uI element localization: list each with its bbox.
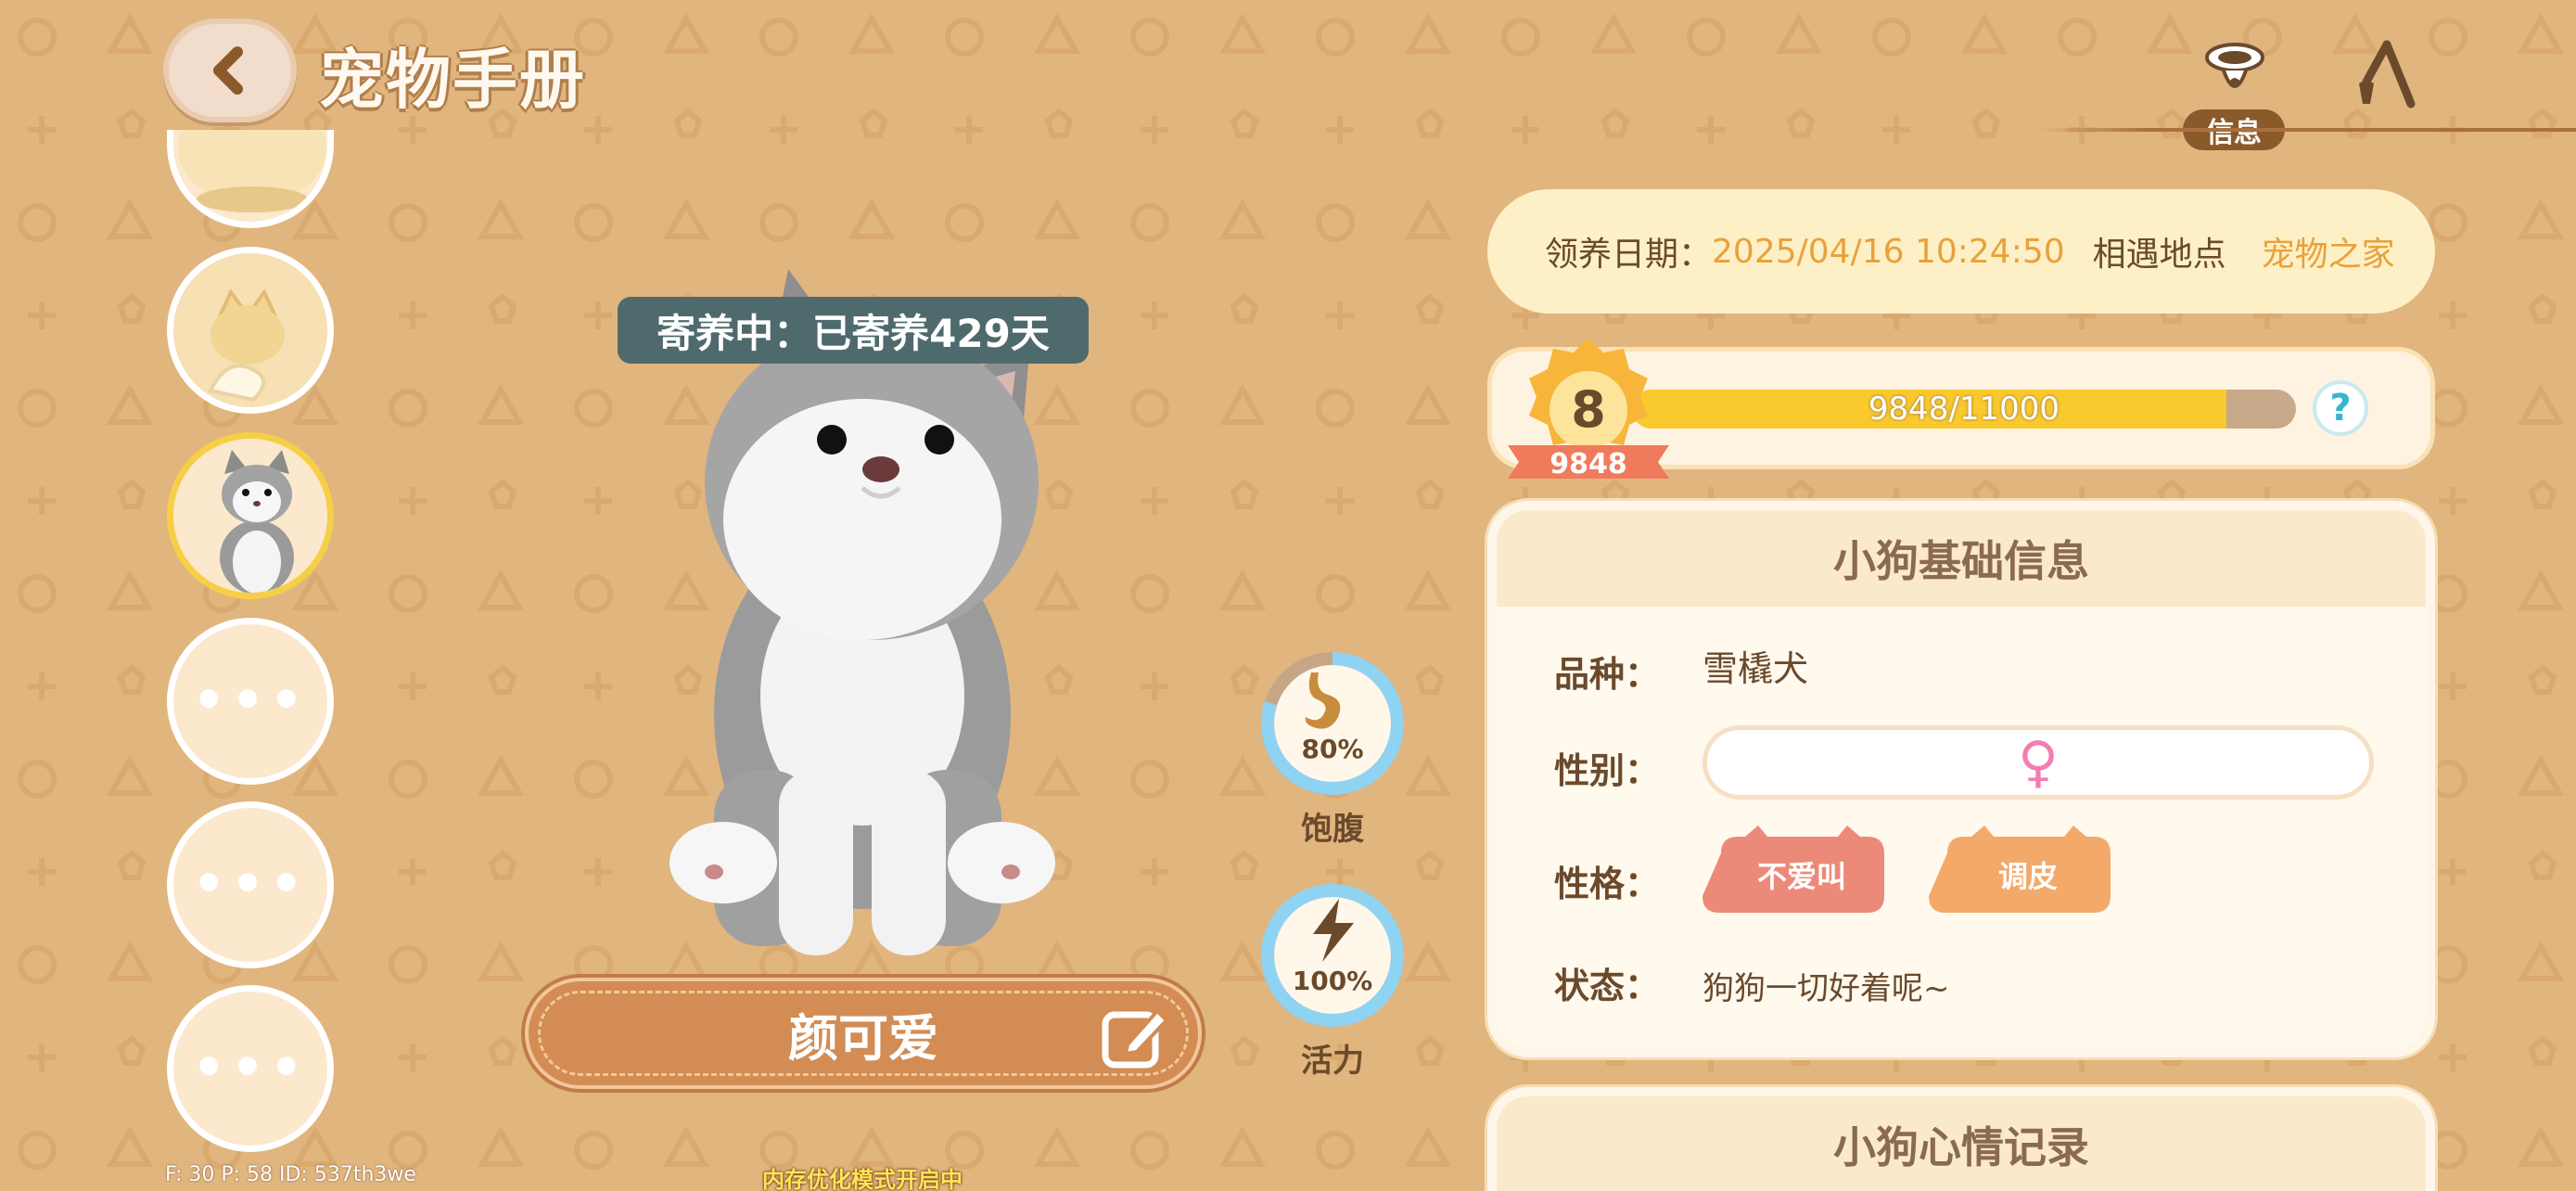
tab-info[interactable] [2188,28,2281,121]
adoption-date-label: 领养日期： [1545,236,1713,274]
female-icon: ♀ [2018,730,2059,795]
adoption-card: 领养日期： 2025/04/16 10:24:50 相遇地点 宠物之家 [1487,189,2435,314]
empty-slot-dots: ••• [192,1038,309,1098]
pet-thumbnail [173,253,327,407]
help-button[interactable]: ? [2313,380,2368,436]
chevron-left-icon [213,46,243,95]
mood-record-card[interactable]: 小狗心情记录 [1487,1087,2435,1191]
level-ribbon-value: 9848 [1549,448,1627,480]
pet-slot-cat[interactable] [167,247,334,414]
satiety-label: 饱腹 [1301,811,1364,848]
status-label: 状态： [1554,966,1661,1006]
xp-text: 9848/11000 [1868,391,2060,428]
energy-label: 活力 [1301,1043,1364,1080]
collar-icon [2205,43,2264,88]
mood-record-title: 小狗心情记录 [1497,1096,2426,1191]
satiety-ring [1261,652,1404,795]
satiety-percent: 80% [1301,734,1364,764]
meeting-place-label: 相遇地点 [2092,236,2226,274]
empty-slot-dots: ••• [192,854,309,915]
breed-value: 雪橇犬 [1702,648,1809,689]
pet-slot-partial[interactable] [167,130,334,228]
pet-thumbnail [173,439,327,593]
gender-field: ♀ [1702,725,2374,800]
meeting-place-value: 宠物之家 [2261,236,2395,274]
pet-slot-empty[interactable]: ••• [167,801,334,968]
status-value: 狗狗一切好着呢~ [1702,970,1950,1007]
personality-label: 性格： [1554,864,1661,904]
pet-slot-husky[interactable] [167,432,334,599]
breed-label: 品种： [1554,654,1661,695]
level-badge: 8 9848 [1508,338,1669,480]
tab-underline [2040,128,2576,132]
energy-percent: 100% [1292,966,1373,996]
trait-badge: 调皮 [1997,859,2058,894]
debug-info: F: 30 P: 58 ID: 537th3we [165,1163,416,1186]
satiety-gauge: 80% [1254,645,1411,802]
pet-slot-empty[interactable]: ••• [167,618,334,785]
edit-icon[interactable] [1100,1002,1170,1072]
basic-info-title: 小狗基础信息 [1497,510,2426,607]
memory-optimization-notice: 内存优化模式开启中 [762,1167,963,1191]
basic-info-card: 小狗基础信息 品种： 雪橇犬 性别： ♀ 性格： 不爱叫 调皮 状态： 狗狗一切… [1487,501,2435,1057]
boarding-status-tag: 寄养中：已寄养429天 [618,297,1089,364]
energy-gauge: 100% [1254,877,1411,1034]
xp-bar: 9848/11000 [1632,390,2296,429]
pet-slot-empty[interactable]: ••• [167,985,334,1152]
level-number: 8 [1571,380,1606,439]
energy-ring [1261,884,1404,1027]
pet-name: 颜可爱 [788,1008,938,1068]
pet-thumbnail [178,130,326,212]
gender-label: 性别： [1554,750,1661,791]
page-title: 宠物手册 [319,42,586,118]
back-button[interactable] [163,19,297,122]
adoption-date-value: 2025/04/16 10:24:50 [1712,232,2065,271]
tool-icon [2359,40,2416,109]
empty-slot-dots: ••• [192,671,309,731]
trait-badge: 不爱叫 [1756,859,1846,894]
tab-tools[interactable] [2337,28,2429,121]
pet-name-banner[interactable]: 颜可爱 [525,978,1202,1089]
